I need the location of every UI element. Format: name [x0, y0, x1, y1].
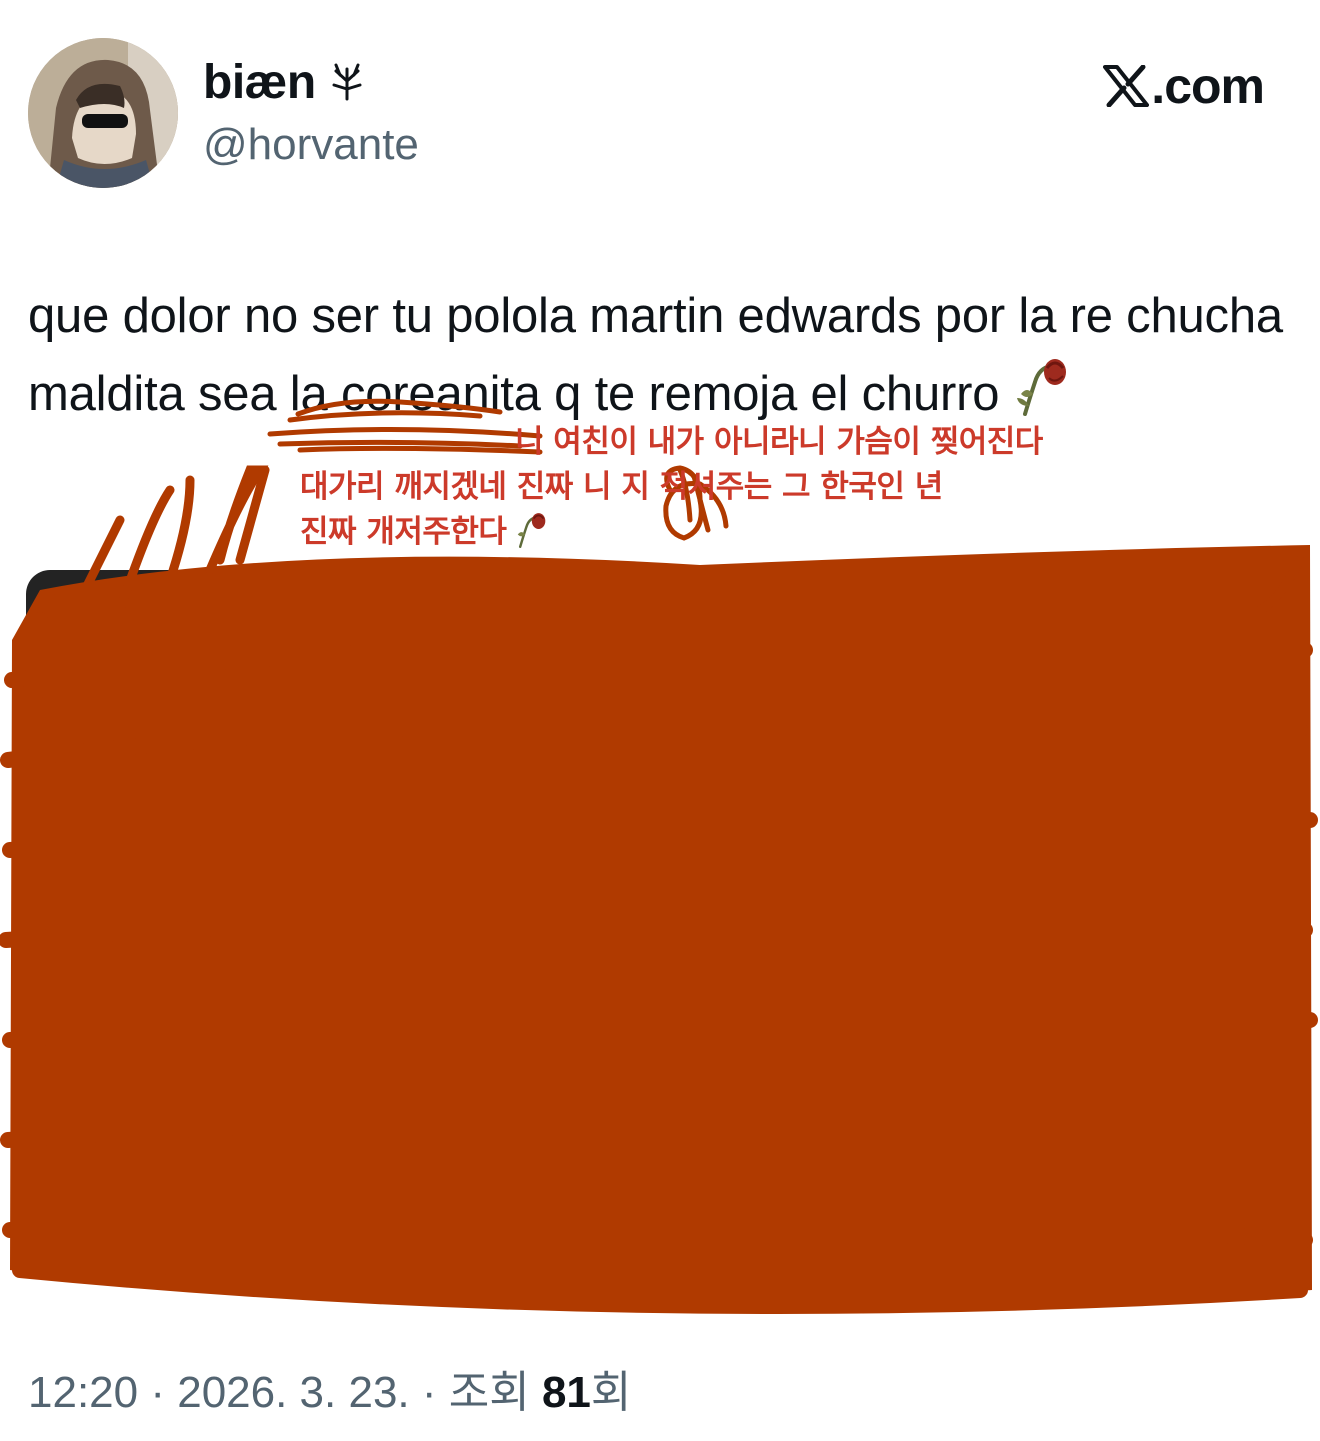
hooded-person-avatar [28, 38, 178, 188]
display-name[interactable]: biæn [203, 55, 316, 110]
x-logo-icon [1103, 65, 1150, 107]
meta-separator: · [138, 1368, 178, 1417]
meta-separator: · [409, 1368, 449, 1417]
annotation-line-3: 진짜 개저주한다 [300, 514, 507, 550]
branch-icon [332, 63, 362, 101]
brand-domain: .com [1151, 58, 1265, 114]
views-prefix: 조회 [448, 1368, 542, 1417]
views-suffix: 회 [590, 1368, 632, 1417]
wilted-flower-icon [512, 510, 548, 561]
author-name-row[interactable]: biæn [203, 52, 364, 112]
annotation-line-2: 대가리 깨지겠네 진짜 니 지 적셔주는 그 한국인 년 [300, 469, 943, 505]
tweet-text: que dolor no ser tu polola martin edward… [28, 278, 1290, 438]
tweet-meta: 12:20 · 2026. 3. 23. · 조회 81회 [28, 1356, 631, 1420]
x-com-logo: .com [1103, 56, 1265, 116]
avatar[interactable] [28, 38, 178, 188]
korean-annotation: 니 여친이 내가 아니라니 가슴이 찢어진다 대가리 깨지겠네 진짜 니 지 적… [300, 420, 1200, 561]
tweet-body: que dolor no ser tu polola martin edward… [28, 289, 1283, 421]
user-handle[interactable]: @horvante [203, 120, 419, 170]
tweet-media[interactable] [26, 570, 1294, 1242]
tweet-time[interactable]: 12:20 [28, 1368, 138, 1417]
tweet-date[interactable]: 2026. 3. 23. [177, 1368, 409, 1417]
annotation-line-3-row: 진짜 개저주한다 [300, 510, 1200, 561]
annotation-line-1: 니 여친이 내가 아니라니 가슴이 찢어진다 [515, 424, 1043, 460]
views-count: 81 [541, 1368, 591, 1417]
